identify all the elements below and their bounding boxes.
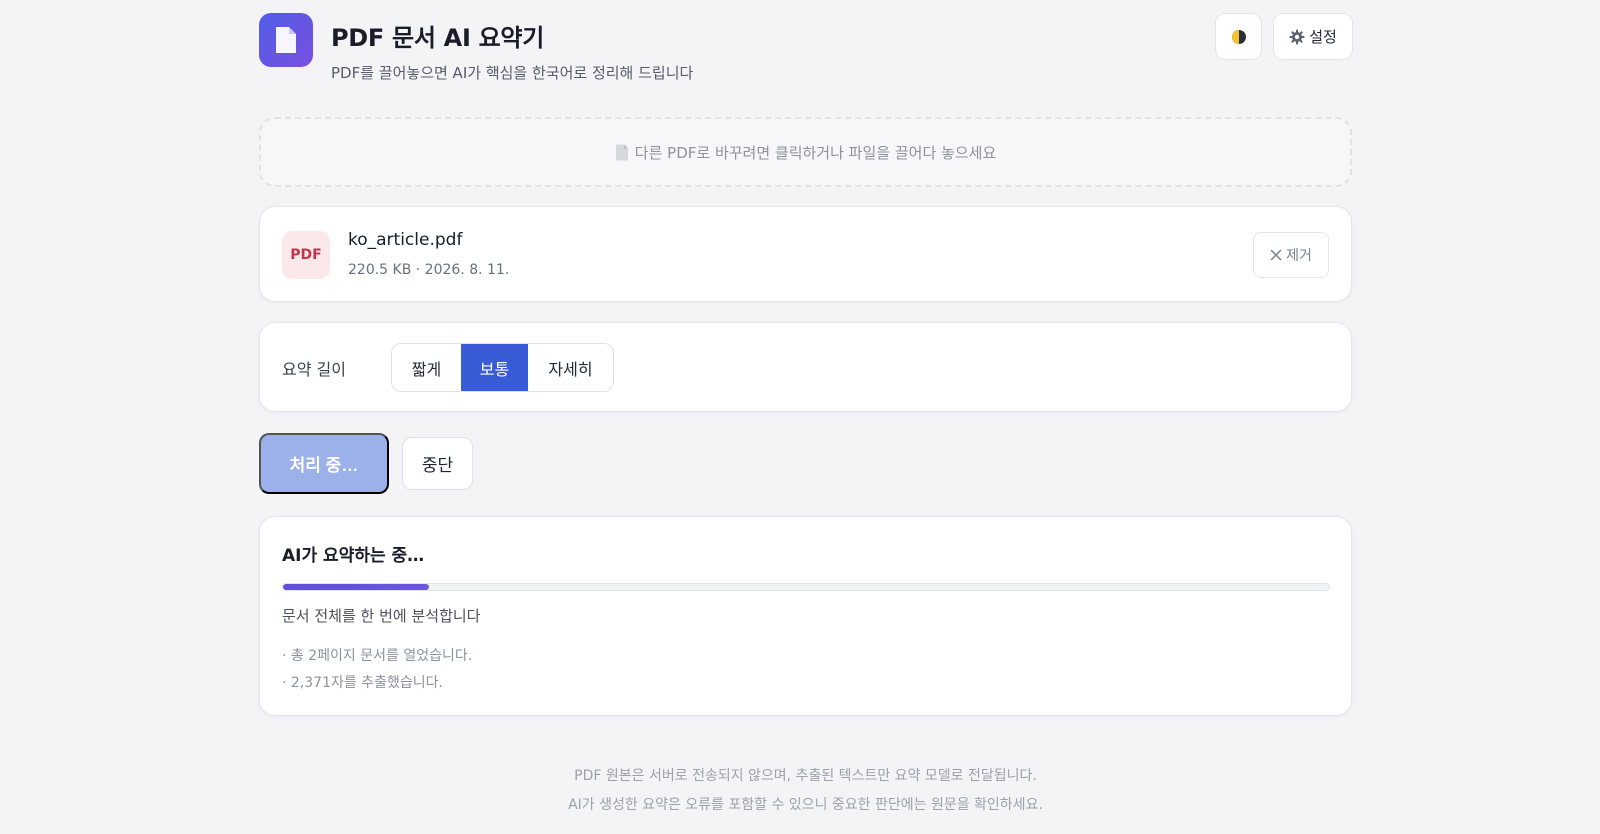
summary-length-card: 요약 길이 짧게 보통 자세히 <box>259 322 1352 412</box>
log-item: · 2,371자를 추출했습니다. <box>282 675 443 691</box>
summary-length-label: 요약 길이 <box>282 360 346 379</box>
summary-length-selector: 짧게 보통 자세히 <box>391 343 614 392</box>
document-icon <box>276 27 296 53</box>
dropzone-text: 다른 PDF로 바꾸려면 클릭하거나 파일을 끌어다 놓으세요 <box>634 143 997 162</box>
stop-button[interactable]: 중단 <box>402 437 473 490</box>
footer-note: PDF 원본은 서버로 전송되지 않으며, 추출된 텍스트만 요약 모델로 전달… <box>259 762 1352 820</box>
progress-title: AI가 요약하는 중… <box>282 546 425 566</box>
process-button[interactable]: 처리 중… <box>259 433 389 494</box>
progress-status: 문서 전체를 한 번에 분석합니다 <box>282 607 481 625</box>
app-logo <box>259 13 313 67</box>
file-meta: 220.5 KB · 2026. 8. 11. <box>348 262 510 278</box>
file-card: PDF ko_article.pdf 220.5 KB · 2026. 8. 1… <box>259 206 1352 302</box>
page-title: PDF 문서 AI 요약기 <box>331 24 544 52</box>
progress-log: · 총 2페이지 문서를 열었습니다. · 2,371자를 추출했습니다. <box>282 643 472 697</box>
length-option-detailed[interactable]: 자세히 <box>528 344 613 391</box>
header: PDF 문서 AI 요약기 PDF를 끌어놓으면 AI가 핵심을 한국어로 정리… <box>259 0 1353 104</box>
gear-icon <box>1289 29 1305 44</box>
pdf-file-icon: PDF <box>282 231 330 279</box>
length-option-medium[interactable]: 보통 <box>461 344 528 391</box>
length-option-short[interactable]: 짧게 <box>392 344 461 391</box>
remove-file-button[interactable]: 제거 <box>1253 232 1329 278</box>
file-name: ko_article.pdf <box>348 230 463 250</box>
app-page: PDF 문서 AI 요약기 PDF를 끌어놓으면 AI가 핵심을 한국어로 정리… <box>259 0 1353 813</box>
settings-button[interactable]: 설정 <box>1273 13 1353 60</box>
theme-toggle-button[interactable] <box>1215 13 1262 60</box>
progress-card: AI가 요약하는 중… 문서 전체를 한 번에 분석합니다 · 총 2페이지 문… <box>259 516 1352 716</box>
settings-label: 설정 <box>1309 29 1337 46</box>
page-subtitle: PDF를 끌어놓으면 AI가 핵심을 한국어로 정리해 드립니다 <box>331 64 694 82</box>
remove-label: 제거 <box>1286 247 1312 263</box>
progress-bar-fill <box>283 584 430 590</box>
half-moon-icon <box>1231 29 1246 44</box>
log-item: · 총 2페이지 문서를 열었습니다. <box>282 648 473 664</box>
pdf-dropzone[interactable]: 다른 PDF로 바꾸려면 클릭하거나 파일을 끌어다 놓으세요 <box>259 117 1352 187</box>
document-icon <box>615 144 628 160</box>
close-icon <box>1270 249 1282 261</box>
progress-bar <box>282 583 1330 591</box>
footer-line: PDF 원본은 서버로 전송되지 않으며, 추출된 텍스트만 요약 모델로 전달… <box>574 768 1037 784</box>
footer-line: AI가 생성한 요약은 오류를 포함할 수 있으니 중요한 판단에는 원문을 확… <box>568 797 1043 813</box>
